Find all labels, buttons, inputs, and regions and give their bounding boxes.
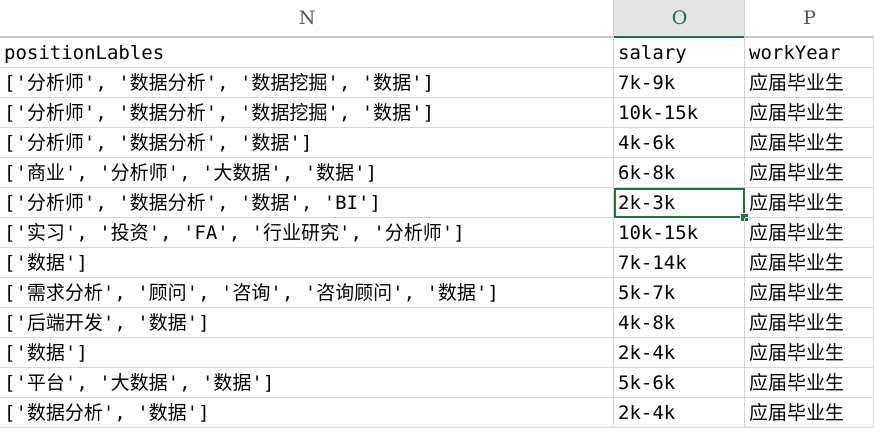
- cell-n[interactable]: ['分析师', '数据分析', '数据', 'BI']: [0, 188, 614, 218]
- column-header-o[interactable]: O: [614, 0, 745, 38]
- cell-p[interactable]: 应届毕业生: [745, 128, 874, 158]
- cell-n[interactable]: ['分析师', '数据分析', '数据']: [0, 128, 614, 158]
- column-header-n[interactable]: N: [0, 0, 614, 38]
- cell-p[interactable]: 应届毕业生: [745, 248, 874, 278]
- cell-n[interactable]: ['平台', '大数据', '数据']: [0, 368, 614, 398]
- cell-p[interactable]: 应届毕业生: [745, 398, 874, 428]
- cell-o[interactable]: salary: [614, 38, 745, 68]
- cell-p[interactable]: 应届毕业生: [745, 338, 874, 368]
- header-row: positionLables salary workYear: [0, 38, 874, 68]
- cell-o[interactable]: 2k-4k: [614, 338, 745, 368]
- column-separator[interactable]: [744, 0, 745, 38]
- table-row: ['分析师', '数据分析', '数据挖掘', '数据'] 10k-15k 应届毕业…: [0, 98, 874, 128]
- cell-p[interactable]: workYear: [745, 38, 874, 68]
- cell-n[interactable]: positionLables: [0, 38, 614, 68]
- cell-o[interactable]: 4k-6k: [614, 128, 745, 158]
- cell-p[interactable]: 应届毕业生: [745, 158, 874, 188]
- active-cell[interactable]: 2k-3k: [614, 188, 745, 218]
- cell-o[interactable]: 7k-9k: [614, 68, 745, 98]
- cell-p[interactable]: 应届毕业生: [745, 278, 874, 308]
- table-row: ['分析师', '数据分析', '数据', 'BI'] 2k-3k 应届毕业生: [0, 188, 874, 222]
- cell-p[interactable]: 应届毕业生: [745, 368, 874, 398]
- table-row: ['后端开发', '数据'] 4k-8k 应届毕业生: [0, 308, 874, 338]
- cell-o[interactable]: 10k-15k: [614, 218, 745, 248]
- cell-p[interactable]: 应届毕业生: [745, 218, 874, 248]
- cell-o[interactable]: 6k-8k: [614, 158, 745, 188]
- cell-o[interactable]: 5k-6k: [614, 368, 745, 398]
- table-row: ['需求分析', '顾问', '咨询', '咨询顾问', '数据'] 5k-7k 应…: [0, 278, 874, 308]
- cell-n[interactable]: ['需求分析', '顾问', '咨询', '咨询顾问', '数据']: [0, 278, 614, 308]
- column-separator[interactable]: [613, 0, 614, 38]
- cell-o[interactable]: 2k-4k: [614, 398, 745, 428]
- cell-n[interactable]: ['后端开发', '数据']: [0, 308, 614, 338]
- cell-p[interactable]: 应届毕业生: [745, 308, 874, 338]
- column-header-p[interactable]: P: [745, 0, 874, 38]
- cell-p[interactable]: 应届毕业生: [745, 98, 874, 128]
- cell-n[interactable]: ['数据']: [0, 338, 614, 368]
- table-row: ['数据'] 7k-14k 应届毕业生: [0, 248, 874, 278]
- cell-o[interactable]: 10k-15k: [614, 98, 745, 128]
- cell-n[interactable]: ['实习', '投资', 'FA', '行业研究', '分析师']: [0, 218, 614, 248]
- cell-n[interactable]: ['数据分析', '数据']: [0, 398, 614, 428]
- cell-o[interactable]: 5k-7k: [614, 278, 745, 308]
- cell-p[interactable]: 应届毕业生: [745, 188, 874, 218]
- table-row: ['分析师', '数据分析', '数据'] 4k-6k 应届毕业生: [0, 128, 874, 158]
- table-row: ['商业', '分析师', '大数据', '数据'] 6k-8k 应届毕业生: [0, 158, 874, 188]
- cell-n[interactable]: ['分析师', '数据分析', '数据挖掘', '数据']: [0, 98, 614, 128]
- cell-p[interactable]: 应届毕业生: [745, 68, 874, 98]
- table-row: ['实习', '投资', 'FA', '行业研究', '分析师'] 10k-15k…: [0, 218, 874, 248]
- cell-n[interactable]: ['商业', '分析师', '大数据', '数据']: [0, 158, 614, 188]
- table-row: ['数据'] 2k-4k 应届毕业生: [0, 338, 874, 368]
- cell-n[interactable]: ['分析师', '数据分析', '数据挖掘', '数据']: [0, 68, 614, 98]
- table-row: ['数据分析', '数据'] 2k-4k 应届毕业生: [0, 398, 874, 428]
- cell-n[interactable]: ['数据']: [0, 248, 614, 278]
- cell-o[interactable]: 7k-14k: [614, 248, 745, 278]
- cell-o[interactable]: 4k-8k: [614, 308, 745, 338]
- table-row: ['分析师', '数据分析', '数据挖掘', '数据'] 7k-9k 应届毕业生: [0, 68, 874, 98]
- table-row: ['平台', '大数据', '数据'] 5k-6k 应届毕业生: [0, 368, 874, 398]
